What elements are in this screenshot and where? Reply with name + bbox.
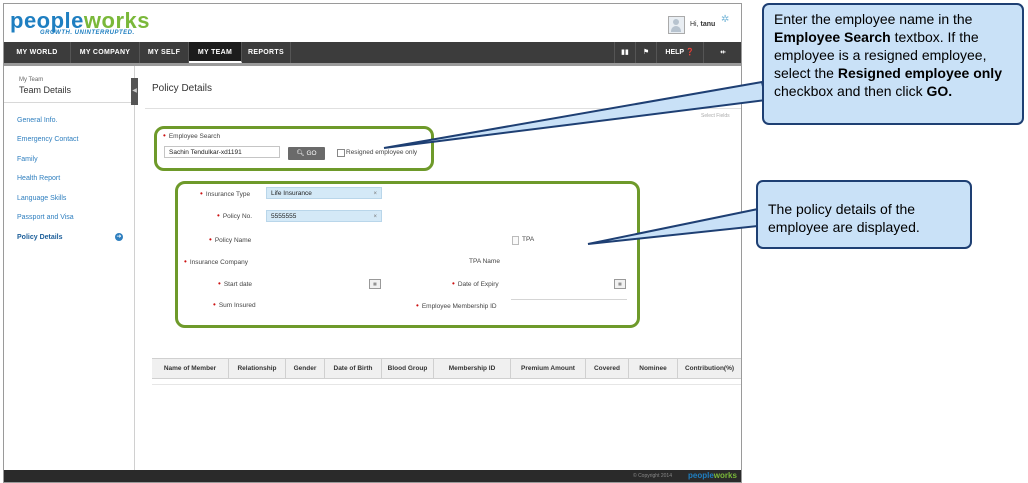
policy-callout-text: The policy details of the employee are d… [768,201,920,235]
callout-bold-3: GO. [926,83,953,99]
search-instruction-callout: Enter the employee name in the Employee … [762,3,1024,125]
callout-text-3: checkbox and then click [774,83,927,99]
callout-bold-2: Resigned employee only [837,65,1002,81]
policy-callout-pointer [587,207,759,245]
callout-text-1: Enter the employee name in the [774,11,973,27]
policy-details-callout: The policy details of the employee are d… [756,180,972,249]
search-callout-pointer [383,80,768,149]
callout-bold-1: Employee Search [774,29,891,45]
